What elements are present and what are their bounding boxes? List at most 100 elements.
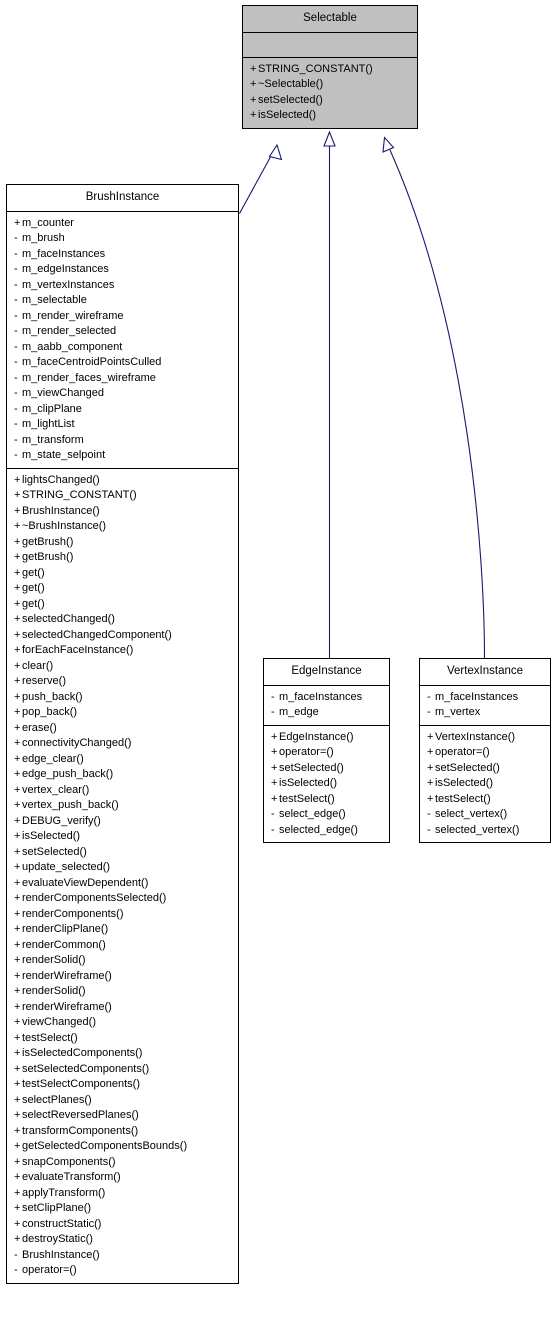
member-label: select_edge() — [279, 808, 346, 820]
class-member: - m_lightList — [14, 417, 232, 433]
visibility-marker: - — [271, 823, 275, 836]
class-member: + testSelect() — [14, 1031, 232, 1047]
visibility-marker: + — [14, 1000, 21, 1013]
class-member: + update_selected() — [14, 860, 232, 876]
member-label: edge_push_back() — [22, 768, 114, 780]
visibility-marker: + — [14, 551, 21, 563]
member-label: setClipPlane() — [22, 1202, 92, 1214]
class-member: + setSelected() — [427, 761, 544, 777]
member-label: destroyStatic() — [22, 1233, 93, 1245]
member-label: get() — [22, 582, 45, 594]
visibility-marker: + — [14, 1124, 21, 1137]
class-member: + testSelect() — [427, 792, 544, 808]
class-member: + setSelected() — [14, 845, 232, 861]
uml-class-diagram: Selectable + STRING_CONSTANT() + ~Selectab… — [0, 0, 557, 1328]
class-box-brushinstance[interactable]: BrushInstance + m_counter - m_brush - m_faceI… — [6, 184, 239, 1284]
visibility-marker: + — [427, 761, 434, 774]
class-member: + pop_back() — [14, 705, 232, 721]
class-member: + BrushInstance() — [14, 504, 232, 520]
class-member: + testSelect() — [271, 792, 383, 808]
visibility-marker: + — [14, 954, 21, 966]
member-label: renderSolid() — [22, 954, 86, 966]
visibility-marker: + — [14, 752, 21, 765]
class-member: + renderCommon() — [14, 938, 232, 954]
visibility-marker: + — [14, 566, 21, 579]
class-member: + setSelectedComponents() — [14, 1062, 232, 1078]
visibility-marker: - — [271, 808, 275, 820]
class-member: + get() — [14, 597, 232, 613]
visibility-marker: + — [250, 93, 257, 106]
visibility-marker: + — [14, 737, 21, 749]
member-label: constructStatic() — [22, 1217, 102, 1230]
visibility-marker: - — [14, 294, 18, 306]
member-label: clear() — [22, 659, 54, 672]
member-label: EdgeInstance() — [279, 730, 354, 743]
visibility-marker: - — [14, 371, 18, 384]
visibility-marker: + — [250, 109, 257, 121]
visibility-marker: + — [14, 938, 21, 951]
visibility-marker: + — [14, 985, 21, 997]
visibility-marker: + — [14, 814, 21, 827]
class-member: - m_render_faces_wireframe — [14, 371, 232, 387]
class-member: + isSelected() — [250, 108, 411, 124]
visibility-marker: + — [14, 1171, 21, 1183]
class-member: + transformComponents() — [14, 1124, 232, 1140]
class-box-vertexinstance[interactable]: VertexInstance - m_faceInstances - m_vertex… — [419, 658, 551, 843]
member-label: selectReversedPlanes() — [22, 1109, 139, 1121]
member-label: testSelect() — [279, 792, 335, 805]
visibility-marker: - — [14, 325, 18, 337]
member-label: m_faceInstances — [435, 690, 519, 703]
class-member: - m_render_wireframe — [14, 309, 232, 325]
member-label: m_faceInstances — [22, 247, 106, 260]
class-title-selectable: Selectable — [303, 12, 357, 24]
class-member: - m_faceInstances — [271, 690, 383, 706]
class-member: + renderWireframe() — [14, 969, 232, 985]
class-member: - m_faceCentroidPointsCulled — [14, 355, 232, 371]
class-member: + getBrush() — [14, 535, 232, 551]
class-member: + renderClipPlane() — [14, 922, 232, 938]
member-label: evaluateViewDependent() — [22, 876, 149, 889]
member-label: setSelected() — [258, 93, 323, 106]
visibility-marker: + — [14, 473, 21, 486]
class-member: + renderComponentsSelected() — [14, 891, 232, 907]
member-label: isSelected() — [258, 109, 317, 121]
visibility-marker: + — [250, 62, 257, 75]
visibility-marker: - — [427, 706, 431, 718]
member-label: STRING_CONSTANT() — [22, 489, 137, 501]
member-label: getBrush() — [22, 535, 74, 548]
member-label: ~BrushInstance() — [22, 520, 107, 532]
visibility-marker: + — [427, 730, 434, 743]
visibility-marker: + — [427, 792, 434, 805]
visibility-marker: + — [14, 1109, 21, 1121]
visibility-marker: - — [14, 1248, 18, 1261]
member-label: renderWireframe() — [22, 969, 112, 982]
visibility-marker: - — [14, 278, 18, 291]
member-label: m_counter — [22, 216, 74, 229]
class-member: - m_vertexInstances — [14, 278, 232, 294]
visibility-marker: + — [14, 783, 21, 796]
visibility-marker: + — [14, 845, 21, 858]
member-label: operator=() — [279, 746, 334, 758]
member-label: STRING_CONSTANT() — [258, 62, 373, 75]
member-label: testSelect() — [22, 1031, 78, 1044]
class-member: + selectedChanged() — [14, 612, 232, 628]
visibility-marker: - — [14, 247, 18, 260]
class-member: + vertex_push_back() — [14, 798, 232, 814]
class-member: + renderSolid() — [14, 984, 232, 1000]
class-member: - m_transform — [14, 433, 232, 449]
member-label: evaluateTransform() — [22, 1171, 121, 1183]
class-member: + setSelected() — [271, 761, 383, 777]
class-member: + forEachFaceInstance() — [14, 643, 232, 659]
visibility-marker: + — [14, 830, 21, 842]
member-label: reserve() — [22, 675, 67, 687]
visibility-marker: + — [14, 969, 21, 982]
member-label: BrushInstance() — [22, 1248, 100, 1261]
visibility-marker: + — [14, 216, 21, 229]
class-box-selectable[interactable]: Selectable + STRING_CONSTANT() + ~Selectab… — [242, 5, 418, 129]
visibility-marker: + — [271, 777, 278, 789]
class-member: - selected_edge() — [271, 823, 383, 839]
class-box-edgeinstance[interactable]: EdgeInstance - m_faceInstances - m_edge + Ed… — [263, 658, 390, 843]
visibility-marker: + — [14, 1093, 21, 1106]
member-label: selected_edge() — [279, 823, 358, 836]
member-label: m_transform — [22, 433, 84, 446]
